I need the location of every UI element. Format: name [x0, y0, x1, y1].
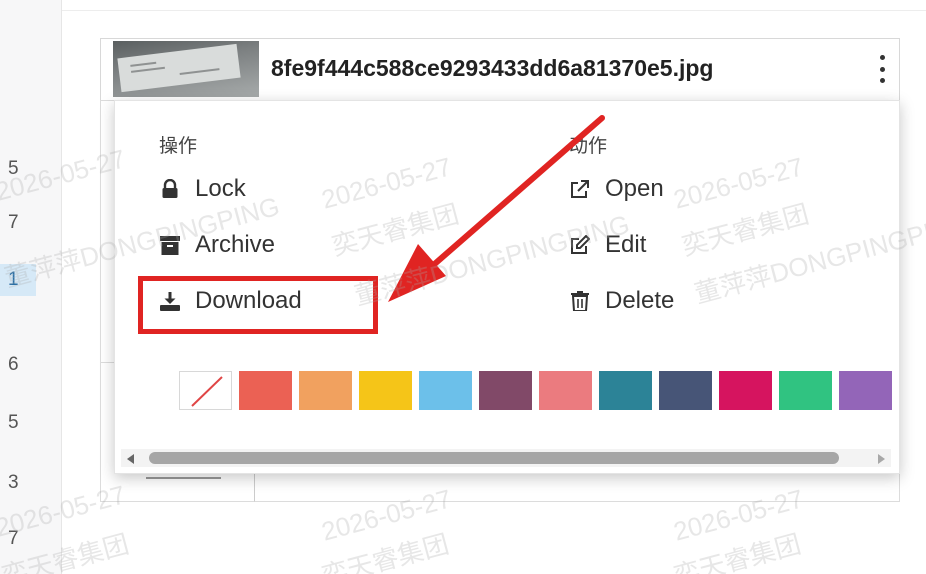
edit-icon	[569, 234, 591, 256]
board-divider	[62, 10, 926, 11]
menu-item-download[interactable]: Download	[159, 287, 302, 315]
color-swatch[interactable]	[359, 371, 412, 410]
row-number-active[interactable]: 1	[0, 264, 36, 296]
external-link-icon	[569, 178, 591, 200]
menu-item-label: Edit	[605, 231, 647, 258]
row-number: 6	[8, 354, 19, 375]
color-swatch[interactable]	[299, 371, 352, 410]
color-swatch[interactable]	[539, 371, 592, 410]
card-line	[146, 477, 221, 479]
watermark: 奕天睿集团	[670, 528, 805, 574]
menu-item-delete[interactable]: Delete	[569, 287, 674, 315]
horizontal-scrollbar[interactable]	[121, 449, 891, 467]
file-name: 8fe9f444c588ce9293433dd6a81370e5.jpg	[271, 55, 714, 81]
scroll-left-icon[interactable]	[127, 454, 134, 464]
scroll-right-icon[interactable]	[878, 454, 885, 464]
trash-icon	[569, 290, 591, 312]
scrollbar-thumb[interactable]	[149, 452, 839, 464]
color-swatch[interactable]	[419, 371, 472, 410]
color-swatch[interactable]	[839, 371, 892, 410]
row-number: 5	[8, 158, 19, 179]
row-number: 7	[8, 528, 19, 549]
color-swatch[interactable]	[599, 371, 652, 410]
menu-item-open[interactable]: Open	[569, 175, 664, 203]
file-actions-dropdown: 操作 动作 Lock Archive Download Open Edit De…	[114, 100, 900, 474]
more-options-icon[interactable]	[875, 55, 889, 83]
menu-item-archive[interactable]: Archive	[159, 231, 275, 259]
menu-item-label: Open	[605, 175, 664, 202]
row-number: 7	[8, 212, 19, 233]
file-card[interactable]: 8fe9f444c588ce9293433dd6a81370e5.jpg	[100, 38, 900, 100]
file-thumbnail[interactable]	[113, 41, 259, 97]
color-picker	[179, 371, 892, 410]
menu-item-edit[interactable]: Edit	[569, 231, 646, 259]
color-swatch[interactable]	[659, 371, 712, 410]
section-title-right: 动作	[569, 136, 608, 157]
color-swatch[interactable]	[779, 371, 832, 410]
watermark: 奕天睿集团	[318, 528, 453, 574]
download-icon	[159, 290, 181, 312]
archive-icon	[159, 234, 181, 256]
row-number: 5	[8, 412, 19, 433]
row-number: 3	[8, 472, 19, 493]
color-swatch[interactable]	[719, 371, 772, 410]
section-title-left: 操作	[159, 136, 198, 157]
menu-item-label: Delete	[605, 287, 675, 314]
color-swatch[interactable]	[479, 371, 532, 410]
thumbnail-paper	[117, 43, 241, 93]
lock-icon	[159, 178, 181, 200]
menu-item-lock[interactable]: Lock	[159, 175, 246, 203]
menu-item-label: Archive	[195, 231, 276, 258]
menu-item-label: Lock	[195, 175, 246, 202]
menu-item-label: Download	[195, 287, 302, 314]
color-swatch[interactable]	[239, 371, 292, 410]
background-card	[254, 470, 900, 502]
row-number-column: 5 7 1 6 5 3 7	[0, 0, 62, 574]
color-swatch-none[interactable]	[179, 371, 232, 410]
